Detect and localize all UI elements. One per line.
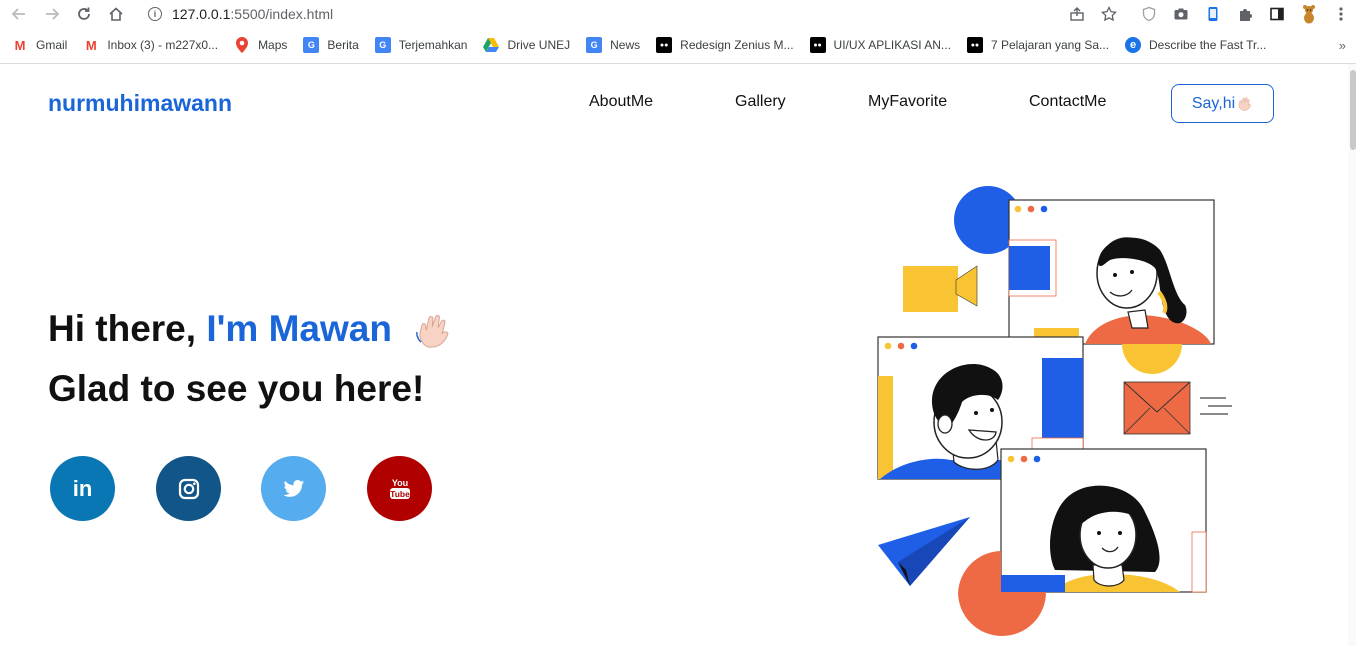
reload-icon[interactable]: [73, 3, 95, 25]
bookmark-label: Berita: [327, 38, 359, 52]
instagram-button[interactable]: [156, 456, 221, 521]
gmail-icon: M: [14, 37, 26, 53]
maps-icon: [234, 37, 250, 53]
youtube-button[interactable]: You Tube: [367, 456, 432, 521]
medium-icon: ●●: [966, 37, 983, 53]
say-hi-button[interactable]: Say,hi: [1171, 84, 1274, 123]
home-icon[interactable]: [105, 3, 127, 25]
hero-greeting: Hi there, I'm Mawan: [48, 308, 454, 351]
youtube-icon: You Tube: [389, 478, 410, 499]
say-hi-label: Say,hi: [1191, 94, 1236, 112]
profile-avatar-icon[interactable]: [1298, 3, 1320, 25]
bookmark-label: Drive UNEJ: [507, 38, 571, 52]
bookmark-label: Gmail: [36, 38, 68, 52]
bookmark-label: Maps: [258, 38, 288, 52]
share-icon[interactable]: [1066, 3, 1088, 25]
bookmark-label: Terjemahkan: [398, 38, 468, 52]
bookmark-label: UI/UX APLIKASI AN...: [833, 38, 951, 52]
hero-name: I'm Mawan: [206, 308, 392, 349]
bookmark-label: Describe the Fast Tr...: [1149, 38, 1267, 52]
bookmark-item[interactable]: M Gmail: [12, 37, 68, 53]
video-window-top: [1008, 199, 1215, 345]
edge-icon: e: [1125, 37, 1142, 53]
nav-about-me[interactable]: AboutMe: [589, 93, 653, 111]
linkedin-icon: in: [72, 475, 93, 501]
paper-plane-icon: [878, 517, 970, 586]
news-icon: G: [303, 37, 320, 53]
bookmark-item[interactable]: Maps: [234, 37, 287, 53]
waving-hand-icon: [416, 315, 449, 348]
extensions-puzzle-icon[interactable]: [1234, 3, 1256, 25]
address-bar[interactable]: i 127.0.0.1:5500/index.html: [148, 4, 333, 24]
url-path: :5500/index.html: [230, 6, 334, 22]
linkedin-button[interactable]: in: [50, 456, 115, 521]
browser-menu-icon[interactable]: [1330, 3, 1352, 25]
video-call-illustration: [877, 186, 1232, 636]
medium-icon: ●●: [809, 37, 826, 53]
bookmark-item[interactable]: G Berita: [303, 37, 359, 53]
site-info-icon[interactable]: i: [148, 7, 162, 21]
gmail-icon: M: [85, 37, 97, 53]
page-scrollbar[interactable]: [1348, 64, 1356, 646]
bookmark-label: Redesign Zenius M...: [680, 38, 794, 52]
svg-text:You: You: [391, 478, 407, 488]
forward-icon[interactable]: [41, 3, 63, 25]
toolbar-divider: [0, 63, 1356, 64]
envelope-icon: [1123, 381, 1232, 435]
bookmark-item[interactable]: ●● Redesign Zenius M...: [656, 37, 794, 53]
bookmark-label: News: [610, 38, 641, 52]
instagram-icon: [178, 478, 199, 499]
svg-text:Tube: Tube: [390, 489, 410, 499]
nav-contact-me[interactable]: ContactMe: [1029, 93, 1106, 111]
browser-toolbar: i 127.0.0.1:5500/index.html: [0, 0, 1356, 28]
bookmark-item[interactable]: G Terjemahkan: [374, 37, 468, 53]
back-icon[interactable]: [8, 3, 30, 25]
bookmark-item[interactable]: Drive UNEJ: [483, 37, 570, 53]
hero-greeting-prefix: Hi there,: [48, 308, 207, 349]
site-logo[interactable]: nurmuhimawann: [48, 90, 232, 117]
waving-hand-icon: [1238, 96, 1252, 111]
scrollbar-thumb[interactable]: [1350, 70, 1356, 150]
twitter-icon: [282, 479, 304, 497]
shield-extension-icon[interactable]: [1138, 3, 1160, 25]
twitter-button[interactable]: [261, 456, 326, 521]
bookmark-star-icon[interactable]: [1098, 3, 1120, 25]
camera-extension-icon[interactable]: [1170, 3, 1192, 25]
bookmarks-bar: M Gmail M Inbox (3) - m227x0... Maps G Berita G…: [0, 32, 1356, 58]
nav-gallery[interactable]: Gallery: [735, 93, 786, 111]
bookmark-item[interactable]: ●● 7 Pelajaran yang Sa...: [966, 37, 1110, 53]
bookmark-item[interactable]: ●● UI/UX APLIKASI AN...: [809, 37, 951, 53]
news-icon: G: [586, 37, 603, 53]
bookmark-item[interactable]: G News: [586, 37, 640, 53]
drive-icon: [483, 37, 500, 53]
url-host: 127.0.0.1: [172, 6, 231, 22]
translate-icon: G: [374, 37, 391, 53]
phone-extension-icon[interactable]: [1202, 3, 1224, 25]
toolbar-actions: [1056, 3, 1356, 25]
video-camera-icon: [903, 265, 978, 312]
nav-my-favorite[interactable]: MyFavorite: [868, 93, 947, 111]
medium-icon: ●●: [656, 37, 673, 53]
bookmark-item[interactable]: M Inbox (3) - m227x0...: [83, 37, 218, 53]
hero-subtitle: Glad to see you here!: [48, 368, 425, 409]
bookmark-label: Inbox (3) - m227x0...: [107, 38, 219, 52]
bookmark-item[interactable]: e Describe the Fast Tr...: [1125, 37, 1266, 53]
bookmarks-more-icon[interactable]: »: [1339, 38, 1346, 53]
side-panel-icon[interactable]: [1266, 3, 1288, 25]
bookmark-label: 7 Pelajaran yang Sa...: [990, 38, 1110, 52]
